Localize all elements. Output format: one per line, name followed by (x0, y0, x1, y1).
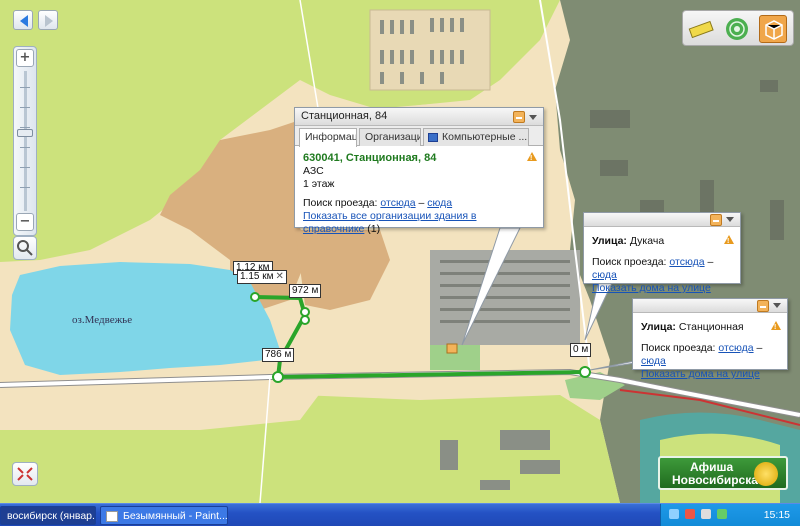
forward-button[interactable] (38, 10, 58, 30)
taskbar-item[interactable]: Безымянный - Paint.... (100, 506, 228, 525)
show-houses-link[interactable]: Показать дома на улице (641, 368, 760, 380)
route-from-link[interactable]: отсюда (718, 342, 753, 354)
warning-icon[interactable] (527, 152, 537, 165)
tray-icon[interactable] (701, 509, 711, 519)
taskbar-item[interactable]: восибирск (январ... (0, 506, 96, 525)
magnifier-button[interactable] (13, 236, 37, 260)
lake-label: оз.Медвежье (72, 314, 133, 326)
popup-minimize-button[interactable] (757, 300, 769, 312)
street-popup[interactable]: Улица: Станционная Поиск проезда: отсюда… (632, 298, 788, 380)
theater-masks-icon (754, 462, 778, 486)
radar-icon (726, 18, 748, 40)
radar-button[interactable] (723, 15, 751, 43)
map-view[interactable]: оз.Медвежье 1.12 км 1.15 км ✕ 972 м 786 м… (0, 0, 800, 503)
fullscreen-icon (17, 467, 33, 481)
computer-icon (428, 133, 438, 142)
route-to-link[interactable]: сюда (641, 355, 666, 367)
ruler-icon (688, 20, 714, 39)
layers-button[interactable] (759, 15, 787, 43)
zoom-in-icon[interactable]: + (16, 49, 34, 67)
distance-label: 786 м (262, 348, 295, 362)
magnifier-icon (17, 240, 33, 256)
tray-icon[interactable] (685, 509, 695, 519)
street-name: Станционная (678, 321, 744, 333)
route-to-link[interactable]: сюда (592, 269, 617, 281)
clock[interactable]: 15:15 (764, 509, 790, 521)
tray-icon[interactable] (717, 509, 727, 519)
warning-icon[interactable] (724, 235, 734, 248)
popup-title: Станционная, 84 (295, 108, 543, 126)
street-popup[interactable]: Улица: Дукача Поиск проезда: отсюда – сю… (583, 212, 741, 294)
tab-organizations[interactable]: Организации (359, 128, 421, 146)
zoom-out-icon[interactable]: − (16, 213, 34, 231)
layers-cube-icon (765, 20, 783, 40)
back-arrow-icon (20, 15, 28, 27)
route-from-link[interactable]: отсюда (380, 197, 415, 209)
popup-menu-button[interactable] (527, 111, 539, 123)
address: 630041, Станционная, 84 (303, 152, 437, 164)
taskbar: восибирск (январ... Безымянный - Paint..… (0, 503, 800, 526)
zoom-control[interactable]: + − (13, 46, 37, 236)
distance-label: 1.15 км ✕ (237, 270, 287, 284)
route-from-link[interactable]: отсюда (669, 256, 704, 268)
route-search: Поиск проезда: отсюда – сюда (303, 197, 453, 209)
show-houses-link[interactable]: Показать дома на улице (592, 282, 711, 294)
close-icon[interactable]: ✕ (276, 271, 284, 282)
distance-label: 972 м (289, 284, 322, 298)
paint-icon (106, 511, 118, 522)
warning-icon[interactable] (771, 321, 781, 334)
forward-arrow-icon (45, 15, 53, 27)
route-to-link[interactable]: сюда (427, 197, 452, 209)
system-tray: 15:15 (660, 504, 800, 526)
popup-minimize-button[interactable] (710, 214, 722, 226)
fullscreen-button[interactable] (12, 462, 38, 486)
back-button[interactable] (13, 10, 33, 30)
tab-info[interactable]: Информация (299, 128, 357, 147)
show-orgs-link[interactable]: Показать все организации здания в справо… (303, 210, 477, 235)
popup-tabs: Информация Организации Компьютерные ... (295, 126, 543, 147)
popup-minimize-button[interactable] (513, 111, 525, 123)
map-tools (682, 10, 794, 46)
ruler-button[interactable] (687, 15, 715, 43)
tray-icon[interactable] (669, 509, 679, 519)
street-name: Дукача (629, 235, 665, 247)
zoom-slider[interactable] (17, 129, 33, 137)
distance-label: 0 м (570, 343, 592, 357)
object-type: АЗС (303, 165, 324, 177)
afisha-banner[interactable]: Афиша Новосибирска (658, 456, 788, 490)
info-popup[interactable]: Станционная, 84 Информация Организации К… (294, 107, 544, 235)
tab-computers[interactable]: Компьютерные ... (423, 128, 529, 146)
popup-menu-button[interactable] (724, 214, 736, 226)
floors: 1 этаж (303, 178, 335, 190)
popup-menu-button[interactable] (771, 300, 783, 312)
